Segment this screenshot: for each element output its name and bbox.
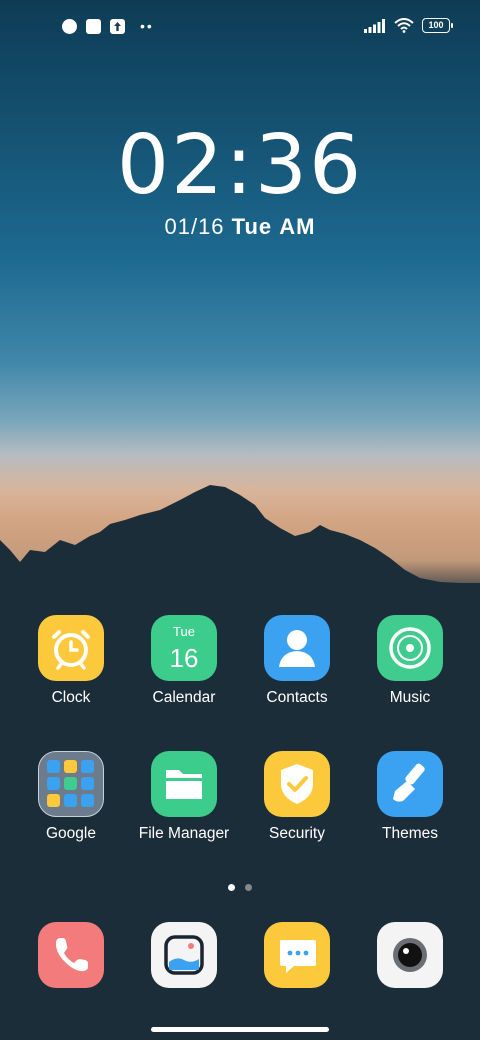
wifi-icon <box>394 18 414 33</box>
page-dot-active <box>228 884 235 891</box>
clock-icon <box>38 615 104 681</box>
app-label: Security <box>269 825 325 842</box>
calendar-day: Tue <box>173 624 195 639</box>
app-label: Clock <box>51 689 91 706</box>
calendar-date: 16 <box>169 643 199 673</box>
app-label: Calendar <box>152 689 216 706</box>
camera-icon <box>377 922 443 988</box>
date: 01/16 <box>164 214 225 239</box>
folder-icon <box>151 751 217 817</box>
app-google-folder[interactable]: Google <box>15 751 127 843</box>
page-dot <box>245 884 252 891</box>
am-pm: AM <box>279 214 316 239</box>
app-clock[interactable]: Clock <box>15 615 127 707</box>
calendar-icon: Tue 16 <box>151 615 217 681</box>
gallery-icon <box>151 922 217 988</box>
app-file-manager[interactable]: File Manager <box>128 751 240 843</box>
dock-messages[interactable] <box>241 922 353 988</box>
google-folder-icon <box>38 751 104 817</box>
clock-time: 02:36 <box>116 118 364 213</box>
square-notification-icon <box>86 19 101 34</box>
battery-icon: 100 <box>422 18 453 33</box>
mountain-silhouette <box>0 485 480 610</box>
app-security[interactable]: Security <box>241 751 353 843</box>
phone-icon <box>38 922 104 988</box>
more-dots-icon: •• <box>140 18 154 34</box>
dock-camera[interactable] <box>354 922 466 988</box>
upload-icon <box>110 19 125 34</box>
messages-icon <box>264 922 330 988</box>
home-indicator[interactable] <box>151 1027 329 1032</box>
brush-icon <box>377 751 443 817</box>
app-contacts[interactable]: Contacts <box>241 615 353 707</box>
page-indicator <box>0 878 480 896</box>
app-calendar[interactable]: Tue 16 Calendar <box>128 615 240 707</box>
app-themes[interactable]: Themes <box>354 751 466 843</box>
music-icon <box>377 615 443 681</box>
dock-phone[interactable] <box>15 922 127 988</box>
app-label: Themes <box>382 825 438 842</box>
app-label: Music <box>389 689 431 706</box>
dock-gallery[interactable] <box>128 922 240 988</box>
signal-icon <box>364 18 385 33</box>
app-label: Contacts <box>266 689 328 706</box>
weekday: Tue <box>231 214 273 239</box>
date-line: 01/16 Tue AM <box>0 214 480 240</box>
app-music[interactable]: Music <box>354 615 466 707</box>
app-notification-icon <box>62 19 77 34</box>
status-bar: •• 100 <box>0 0 480 56</box>
contacts-icon <box>264 615 330 681</box>
shield-icon <box>264 751 330 817</box>
app-label: File Manager <box>138 825 230 842</box>
app-label: Google <box>46 825 96 842</box>
